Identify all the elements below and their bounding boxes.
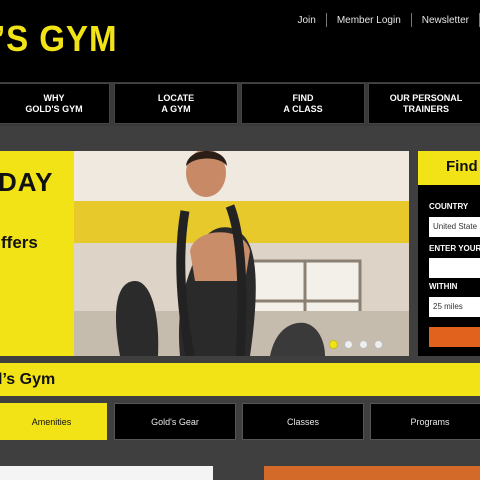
- nav-label-line1: OUR PERSONAL: [389, 92, 463, 103]
- nav-personal-trainers[interactable]: OUR PERSONAL TRAINERS: [368, 83, 480, 124]
- zip-label: ENTER YOUR: [429, 244, 480, 253]
- nav-find-a-class[interactable]: FIND A CLASS: [241, 83, 365, 124]
- site-logo[interactable]: ’S GYM: [0, 18, 117, 60]
- nav-locate-a-gym[interactable]: LOCATE A GYM: [114, 83, 238, 124]
- hero-headline: DAY: [0, 167, 54, 197]
- member-login-link[interactable]: Member Login: [327, 15, 411, 26]
- carousel-dot[interactable]: [344, 340, 353, 349]
- country-label: COUNTRY: [429, 202, 469, 211]
- nav-label-line2: A CLASS: [283, 103, 323, 114]
- section-title-bar: l’s Gym: [0, 363, 480, 396]
- nav-label-line2: A GYM: [161, 103, 191, 114]
- nav-label-line1: FIND: [292, 92, 314, 103]
- nav-label-line1: LOCATE: [157, 92, 195, 103]
- carousel-dot[interactable]: [329, 340, 338, 349]
- promo-card-right[interactable]: [264, 466, 480, 480]
- within-label: WITHIN: [429, 282, 458, 291]
- tab-golds-gear[interactable]: Gold's Gear: [114, 403, 236, 440]
- main-nav: WHY GOLD'S GYM LOCATE A GYM FIND A CLASS OU…: [0, 82, 480, 126]
- hero-banner[interactable]: DAY ffers: [0, 151, 409, 356]
- zip-input[interactable]: [429, 258, 480, 278]
- promo-card-left[interactable]: [0, 466, 213, 480]
- feature-tabs: Amenities Gold's Gear Classes Programs: [0, 403, 480, 443]
- tab-classes[interactable]: Classes: [242, 403, 364, 440]
- tab-amenities[interactable]: Amenities: [0, 403, 107, 440]
- nav-label-line2: TRAINERS: [402, 103, 449, 114]
- hero-subline: ffers: [1, 233, 38, 252]
- tab-programs[interactable]: Programs: [370, 403, 480, 440]
- join-link[interactable]: Join: [287, 15, 325, 26]
- nav-why-golds-gym[interactable]: WHY GOLD'S GYM: [0, 83, 110, 124]
- carousel-dots: [329, 340, 383, 349]
- finder-title: Find Y: [418, 151, 480, 185]
- section-title: l’s Gym: [0, 371, 56, 388]
- gym-finder-panel: Find Y COUNTRY United State ENTER YOUR W…: [418, 151, 480, 356]
- carousel-dot[interactable]: [359, 340, 368, 349]
- utility-links: Join Member Login Newsletter: [287, 13, 480, 27]
- carousel-dot[interactable]: [374, 340, 383, 349]
- distance-select[interactable]: 25 miles: [429, 297, 480, 317]
- newsletter-link[interactable]: Newsletter: [412, 15, 479, 26]
- country-select[interactable]: United State: [429, 217, 480, 237]
- site-header: ’S GYM Join Member Login Newsletter: [0, 0, 480, 82]
- nav-label-line1: WHY: [43, 92, 65, 103]
- nav-label-line2: GOLD'S GYM: [25, 103, 83, 114]
- find-gym-button[interactable]: [429, 327, 480, 347]
